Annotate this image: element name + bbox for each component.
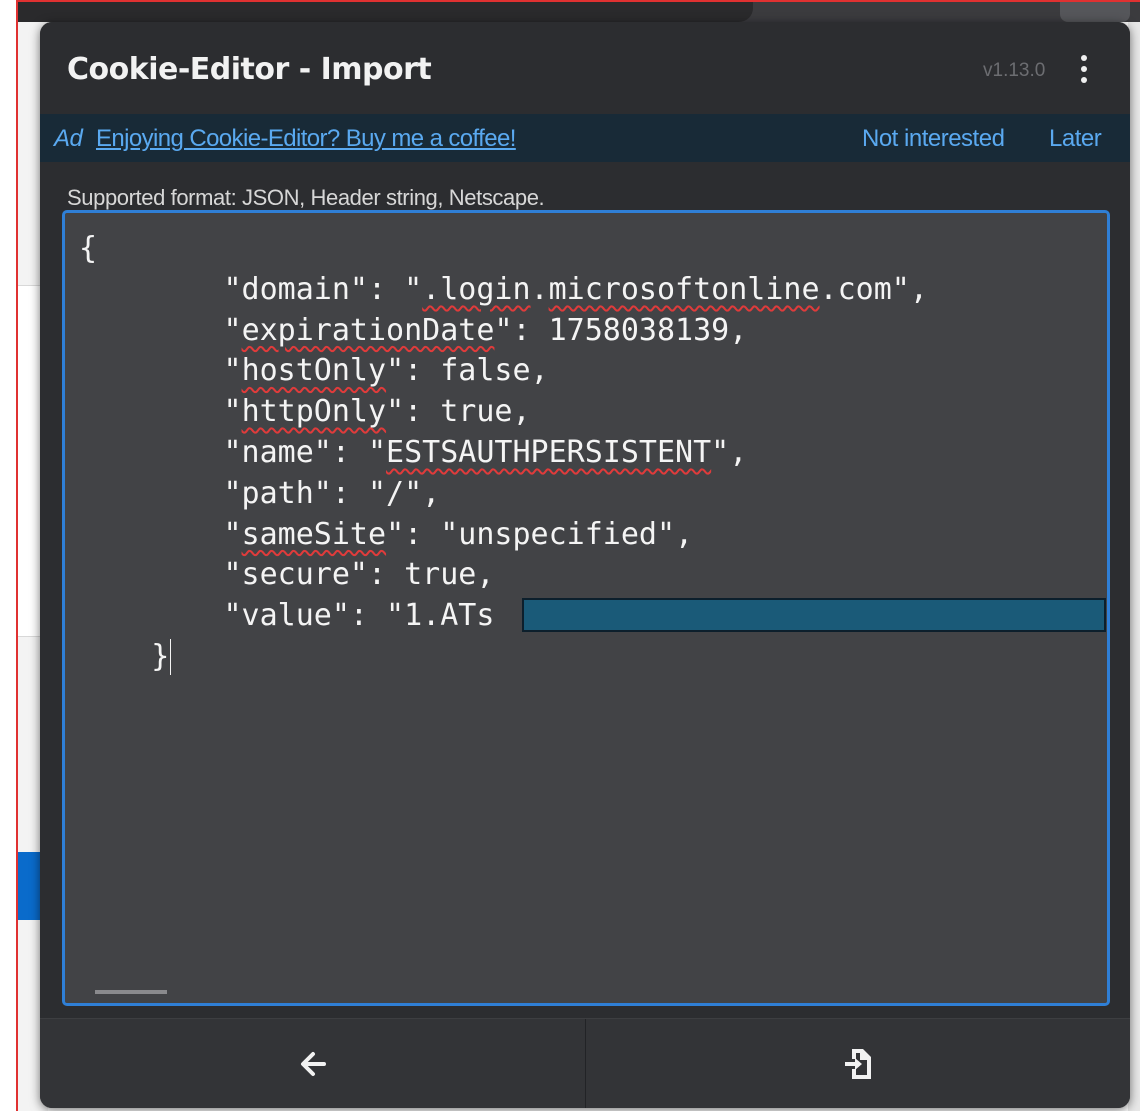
code-line: { bbox=[79, 231, 98, 266]
version-label: v1.13.0 bbox=[983, 60, 1046, 81]
popup-title: Cookie-Editor - Import bbox=[67, 52, 432, 87]
background-tab-strip bbox=[18, 0, 753, 22]
code-line: "expirationDate": 1758038139, bbox=[79, 312, 748, 348]
buy-coffee-link[interactable]: Enjoying Cookie-Editor? Buy me a coffee! bbox=[96, 125, 516, 153]
more-vertical-icon-dot bbox=[1081, 77, 1087, 83]
screenshot-border bbox=[16, 0, 18, 1111]
code-line: "sameSite": "unspecified", bbox=[79, 516, 694, 552]
import-button[interactable] bbox=[586, 1019, 1130, 1108]
import-textarea[interactable]: { "domain": ".login.microsoftonline.com"… bbox=[62, 210, 1110, 1006]
code-line: "hostOnly": false, bbox=[79, 353, 549, 389]
code-line: "domain": ".login.microsoftonline.com", bbox=[79, 271, 928, 307]
code-line: } bbox=[79, 638, 172, 676]
supported-format-label: Supported format: JSON, Header string, N… bbox=[67, 185, 545, 210]
background-toolbar-button bbox=[1060, 0, 1130, 22]
scrollbar-handle[interactable] bbox=[95, 990, 167, 994]
back-button[interactable] bbox=[40, 1019, 585, 1108]
popup-footer bbox=[40, 1018, 1130, 1108]
more-options-button[interactable] bbox=[1072, 52, 1096, 86]
code-line: "secure": true, bbox=[79, 557, 495, 593]
file-import-icon bbox=[845, 1049, 871, 1079]
code-line: "httpOnly": true, bbox=[79, 394, 531, 430]
code-line: "value": "1.ATs bbox=[79, 598, 495, 634]
ad-banner: Ad Enjoying Cookie-Editor? Buy me a coff… bbox=[40, 114, 1130, 162]
arrow-left-icon bbox=[300, 1052, 326, 1076]
screenshot-border-top bbox=[16, 0, 1140, 2]
not-interested-button[interactable]: Not interested bbox=[862, 125, 1005, 153]
cookie-editor-popup: Cookie-Editor - Import v1.13.0 Ad Enjoyi… bbox=[40, 22, 1130, 1108]
code-line: "path": "/", bbox=[79, 475, 441, 511]
text-caret bbox=[170, 639, 172, 676]
popup-header: Cookie-Editor - Import v1.13.0 bbox=[40, 22, 1130, 114]
code-line: "name": "ESTSAUTHPERSISTENT", bbox=[79, 434, 748, 470]
later-button[interactable]: Later bbox=[1049, 125, 1102, 153]
more-vertical-icon-dot bbox=[1081, 66, 1087, 72]
more-vertical-icon bbox=[1081, 55, 1087, 61]
redaction-box bbox=[522, 598, 1106, 632]
ad-tag: Ad bbox=[54, 125, 83, 152]
